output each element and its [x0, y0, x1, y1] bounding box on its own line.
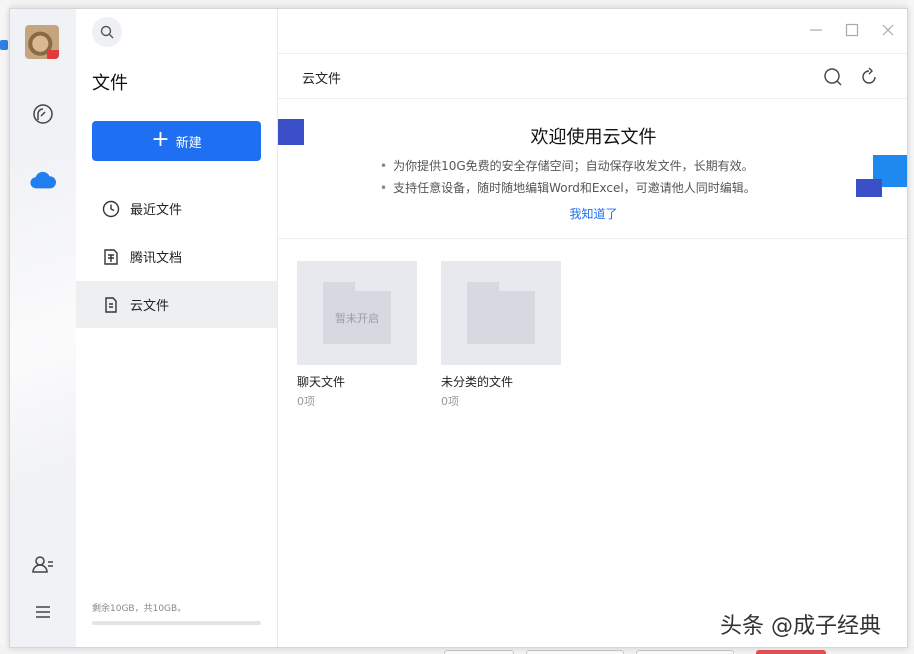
background-app-top	[0, 0, 914, 8]
folder-name: 未分类的文件	[441, 375, 514, 389]
search-button[interactable]	[92, 17, 122, 47]
maximize-button[interactable]	[843, 21, 861, 39]
background-button	[444, 650, 514, 654]
background-app-left	[0, 0, 9, 654]
close-icon	[882, 24, 894, 36]
sidebar-item-recent[interactable]: 最近文件	[76, 185, 277, 232]
search-files-button[interactable]	[822, 66, 844, 88]
search-icon	[100, 25, 114, 39]
minimize-button[interactable]	[807, 21, 825, 39]
contacts-icon[interactable]	[30, 551, 56, 577]
avatar-badge	[47, 50, 59, 59]
storage-progress-bar	[92, 621, 261, 625]
dismiss-banner-label[interactable]: 我知道了	[569, 207, 617, 221]
background-app-mark	[0, 40, 8, 50]
plus-icon: +	[151, 127, 170, 152]
background-app-right	[908, 0, 914, 654]
banner-line: • 支持任意设备，随时随地编辑Word和Excel，可邀请他人同时编辑。	[380, 179, 756, 196]
bullet: •	[380, 159, 388, 173]
folder-name: 聊天文件	[297, 375, 346, 389]
avatar[interactable]	[25, 25, 59, 59]
app-window: 文件 + 新建 最近文件 腾讯文档 云文件 剩余10GB，共10GB。 云文件 …	[9, 8, 908, 648]
bullet: •	[380, 181, 388, 195]
window-controls	[807, 21, 897, 39]
folder-overlay: 暂未开启	[323, 291, 391, 344]
banner-title: 欢迎使用云文件	[530, 127, 657, 148]
background-button	[526, 650, 624, 654]
toolbar: 云文件	[278, 53, 907, 99]
chat-icon[interactable]	[30, 101, 56, 127]
new-button-label: 新建	[175, 135, 202, 151]
folder-uncategorized-files[interactable]: 未分类的文件 0项	[441, 261, 561, 409]
folder-count: 0项	[441, 395, 459, 408]
new-button[interactable]: + 新建	[92, 121, 261, 161]
banner-decoration	[856, 179, 882, 197]
background-button	[756, 650, 826, 654]
maximize-icon	[845, 23, 859, 37]
page-title: 文件	[92, 73, 128, 94]
folder-thumbnail: 暂未开启	[297, 261, 417, 365]
sidebar-item-label: 云文件	[130, 299, 170, 314]
welcome-banner: 欢迎使用云文件 • 为你提供10G免费的安全存储空间；自动保存收发文件，长期有效。…	[278, 99, 907, 239]
refresh-button[interactable]	[858, 66, 880, 88]
search-icon	[824, 68, 842, 86]
folder-chat-files[interactable]: 暂未开启 聊天文件 0项	[297, 261, 417, 409]
dismiss-banner-link[interactable]: 我知道了	[278, 205, 907, 222]
banner-line-text: 为你提供10G免费的安全存储空间；自动保存收发文件，长期有效。	[393, 159, 754, 173]
rail-decoration	[10, 159, 76, 579]
document-icon	[102, 248, 120, 266]
clock-icon	[102, 200, 120, 218]
refresh-icon	[862, 67, 876, 84]
sidebar-item-cloud-files[interactable]: 云文件	[76, 281, 277, 328]
icon-rail	[10, 9, 76, 647]
sidebar-item-tencent-docs[interactable]: 腾讯文档	[76, 233, 277, 280]
sidebar-item-label: 腾讯文档	[130, 251, 183, 266]
folder-count: 0项	[297, 395, 315, 408]
sidebar-item-label: 最近文件	[130, 203, 183, 218]
folder-overlay	[467, 291, 535, 344]
folder-thumbnail	[441, 261, 561, 365]
main-content: 云文件 欢迎使用云文件 • 为你提供10G免费的安全存储空间；自动保存收发文件，…	[278, 9, 907, 647]
breadcrumb: 云文件	[302, 72, 342, 87]
banner-line: • 为你提供10G免费的安全存储空间；自动保存收发文件，长期有效。	[380, 157, 754, 174]
background-button	[636, 650, 734, 654]
close-button[interactable]	[879, 21, 897, 39]
minimize-icon	[810, 29, 822, 31]
watermark: 头条 @成子经典	[720, 614, 881, 639]
menu-icon[interactable]	[30, 599, 56, 625]
banner-line-text: 支持任意设备，随时随地编辑Word和Excel，可邀请他人同时编辑。	[393, 181, 756, 195]
storage-info: 剩余10GB，共10GB。	[92, 604, 187, 614]
cloud-icon[interactable]	[30, 167, 56, 193]
file-nav-panel: 文件 + 新建 最近文件 腾讯文档 云文件 剩余10GB，共10GB。	[76, 9, 278, 647]
file-icon	[102, 296, 120, 314]
